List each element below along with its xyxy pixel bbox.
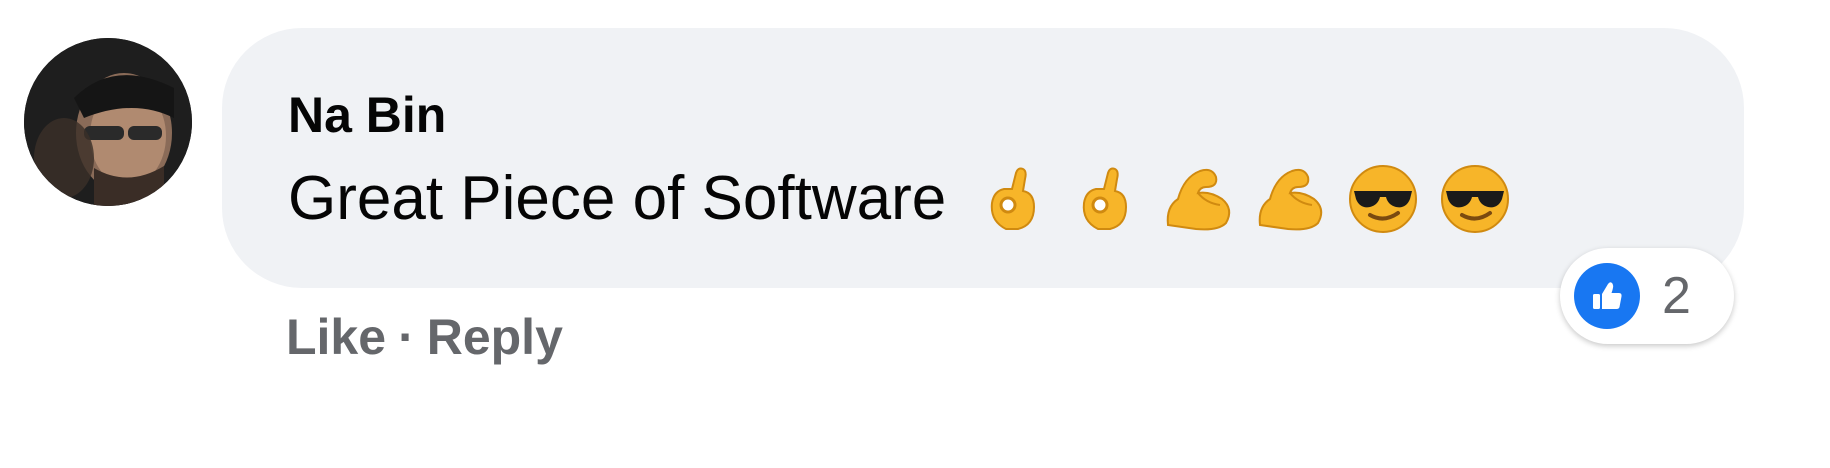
comment-author[interactable]: Na Bin: [288, 86, 446, 144]
like-link[interactable]: Like: [286, 308, 386, 366]
sunglasses-face-emoji: [1436, 159, 1514, 237]
comment: Na Bin Great Piece of Software 2 Like · …: [0, 0, 1830, 468]
reaction-count: 2: [1662, 267, 1691, 325]
ok-hand-emoji: [976, 159, 1054, 237]
emoji-row: [976, 159, 1514, 237]
flexed-biceps-emoji: [1252, 159, 1330, 237]
reply-link[interactable]: Reply: [427, 308, 563, 366]
reaction-summary[interactable]: 2: [1560, 248, 1734, 344]
flexed-biceps-emoji: [1160, 159, 1238, 237]
action-separator: ·: [398, 309, 415, 365]
comment-actions: Like · Reply: [286, 308, 563, 366]
avatar[interactable]: [24, 38, 192, 206]
comment-text: Great Piece of Software: [288, 163, 947, 233]
comment-bubble: Na Bin Great Piece of Software: [222, 28, 1744, 288]
like-thumbs-up-icon: [1574, 263, 1640, 329]
ok-hand-emoji: [1068, 159, 1146, 237]
comment-text-line: Great Piece of Software: [288, 158, 1514, 238]
avatar-photo: [24, 38, 192, 206]
sunglasses-face-emoji: [1344, 159, 1422, 237]
